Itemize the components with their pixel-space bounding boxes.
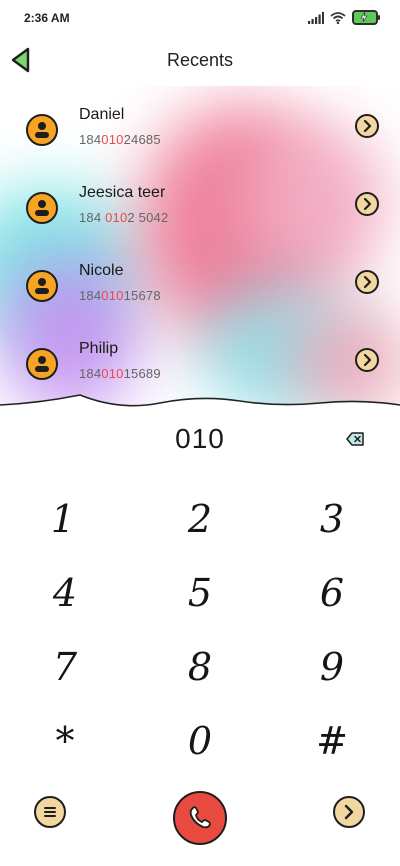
status-bar: 2:36 AM <box>0 0 400 36</box>
header: Recents <box>0 36 400 86</box>
key-7[interactable]: 7 <box>20 632 110 702</box>
wavy-divider <box>0 394 400 425</box>
battery-icon <box>352 10 380 25</box>
person-icon <box>35 200 49 216</box>
key-4[interactable]: 4 <box>20 558 110 628</box>
key-5[interactable]: 5 <box>155 558 245 628</box>
key-hash[interactable]: # <box>287 706 377 776</box>
page-title: Recents <box>166 50 234 70</box>
avatar <box>26 270 58 302</box>
open-contact-button[interactable] <box>355 270 379 294</box>
person-icon <box>35 356 49 372</box>
status-time: 2:36 AM <box>24 11 70 25</box>
contact-number: 18401015689 <box>79 366 161 381</box>
menu-button[interactable] <box>34 796 66 828</box>
contact-row-jeesica-teer[interactable]: Jeesica teer 184 0102 5042 <box>0 172 400 242</box>
next-button[interactable] <box>333 796 365 828</box>
contact-name: Nicole <box>79 262 124 279</box>
contact-name: Jeesica teer <box>79 184 166 201</box>
key-3[interactable]: 3 <box>287 484 377 554</box>
key-0[interactable]: 0 <box>155 706 245 776</box>
wifi-icon <box>330 11 346 24</box>
dial-input-display: 010 <box>175 423 225 454</box>
key-8[interactable]: 8 <box>155 632 245 702</box>
menu-icon <box>44 807 56 817</box>
contact-row-nicole[interactable]: Nicole 18401015678 <box>0 250 400 320</box>
status-icons <box>308 10 380 25</box>
chevron-right-icon <box>363 197 372 211</box>
person-icon <box>35 278 49 294</box>
contact-name: Philip <box>79 340 119 357</box>
avatar <box>26 348 58 380</box>
chevron-right-icon <box>344 804 354 820</box>
contact-number: 184 0102 5042 <box>79 210 169 225</box>
backspace-icon[interactable] <box>346 432 364 446</box>
contact-number: 18401015678 <box>79 288 161 303</box>
key-9[interactable]: 9 <box>287 632 377 702</box>
open-contact-button[interactable] <box>355 114 379 138</box>
contact-name: Daniel <box>79 106 125 123</box>
contact-number: 18401024685 <box>79 132 161 147</box>
key-2[interactable]: 2 <box>155 484 245 554</box>
person-icon <box>35 122 49 138</box>
open-contact-button[interactable] <box>355 348 379 372</box>
avatar <box>26 192 58 224</box>
key-6[interactable]: 6 <box>287 558 377 628</box>
key-star[interactable]: * <box>20 706 110 776</box>
phone-icon <box>189 806 211 829</box>
contact-row-daniel[interactable]: Daniel 18401024685 <box>0 94 400 164</box>
chevron-right-icon <box>363 119 372 133</box>
signal-icon <box>308 11 324 24</box>
key-1[interactable]: 1 <box>18 484 108 554</box>
chevron-right-icon <box>363 275 372 289</box>
call-button[interactable] <box>173 791 227 845</box>
recents-panel: Daniel 18401024685 Jeesica teer 184 0102… <box>0 86 400 416</box>
open-contact-button[interactable] <box>355 192 379 216</box>
avatar <box>26 114 58 146</box>
chevron-right-icon <box>363 353 372 367</box>
